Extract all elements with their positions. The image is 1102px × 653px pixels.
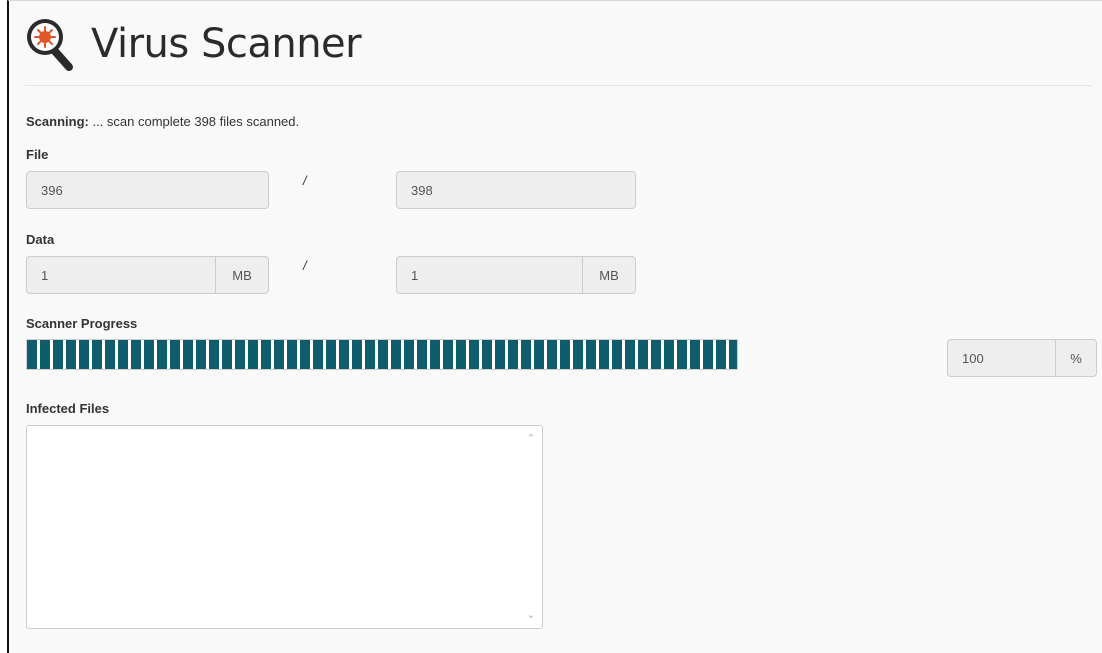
scanner-progress-fill xyxy=(27,340,737,369)
page-header: Virus Scanner xyxy=(25,13,362,75)
data-total-unit: MB xyxy=(582,256,636,294)
data-separator: / xyxy=(303,258,307,273)
data-current-unit: MB xyxy=(215,256,269,294)
data-label: Data xyxy=(26,232,55,247)
data-total-field: 1 xyxy=(396,256,582,294)
scan-status: Scanning: ... scan complete 398 files sc… xyxy=(26,114,299,129)
scanner-progress-label: Scanner Progress xyxy=(26,316,138,331)
scan-status-label: Scanning: xyxy=(26,114,89,129)
file-current-field: 396 xyxy=(26,171,269,209)
virus-magnifier-icon xyxy=(25,13,75,75)
data-current-group: 1 MB xyxy=(26,256,269,294)
data-current-field: 1 xyxy=(26,256,215,294)
header-divider xyxy=(25,85,1092,86)
progress-percent-field: 100 xyxy=(947,339,1055,377)
scanner-progress-bar xyxy=(26,339,738,370)
progress-percent-group: 100 % xyxy=(947,339,1097,377)
scan-status-message: ... scan complete 398 files scanned. xyxy=(88,114,300,129)
scroll-up-icon[interactable]: ⌃ xyxy=(526,434,536,445)
file-label: File xyxy=(26,147,49,162)
infected-files-textarea[interactable]: ⌃ ⌄ xyxy=(26,425,543,629)
file-total-field: 398 xyxy=(396,171,636,209)
file-separator: / xyxy=(303,173,307,188)
data-total-group: 1 MB xyxy=(396,256,636,294)
infected-files-label: Infected Files xyxy=(26,401,110,416)
scroll-down-icon[interactable]: ⌄ xyxy=(526,610,536,621)
virus-scanner-panel: Virus Scanner Scanning: ... scan complet… xyxy=(7,0,1102,653)
progress-percent-unit: % xyxy=(1055,339,1097,377)
page-title: Virus Scanner xyxy=(91,21,362,67)
